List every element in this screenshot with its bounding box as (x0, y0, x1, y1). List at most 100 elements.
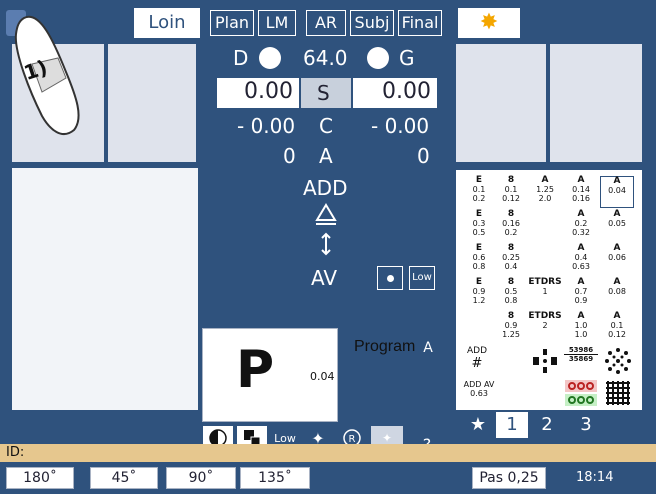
mode-plan-button[interactable]: Plan (210, 10, 254, 36)
axis-180-button[interactable]: 180˚ (6, 467, 74, 489)
dot-circle-icon[interactable] (602, 346, 634, 376)
chart-cell-value: 1.2 (472, 296, 486, 305)
program-value-button[interactable]: A (416, 336, 440, 360)
mode-subj-button[interactable]: Subj (350, 10, 394, 36)
axis-45-button[interactable]: 45˚ (90, 467, 158, 489)
step-button[interactable]: Pas 0,25 (472, 467, 546, 489)
tab-3[interactable]: 3 (566, 412, 606, 438)
right-panel-top-2[interactable] (550, 44, 642, 162)
chart-cell[interactable]: A 0.1 0.12 (600, 312, 634, 344)
cross-test-icon[interactable] (530, 346, 560, 376)
chart-cell[interactable]: 8 0.5 0.8 (494, 278, 528, 310)
chart-cell[interactable]: E 0.6 0.8 (462, 244, 496, 276)
mode-ar-button[interactable]: AR (306, 10, 346, 36)
acuity-label[interactable]: AV (311, 266, 337, 290)
chart-cell-value: 0.08 (608, 287, 626, 296)
chart-cell-title: E (475, 277, 483, 287)
chart-cell[interactable]: ETDRS 1 (528, 278, 562, 310)
chart-cell[interactable]: E 0.3 0.5 (462, 210, 496, 242)
color-rings-icon[interactable] (564, 378, 598, 408)
left-panel-top-2[interactable] (108, 44, 196, 162)
refraction-panel: D 64.0 G 0.00 S 0.00 - 0.00 C - 0.00 0 A… (201, 42, 451, 320)
cyl-label: C (319, 114, 333, 138)
left-panel-large[interactable] (12, 168, 198, 410)
chart-cell-title: A (541, 175, 549, 185)
tab-2[interactable]: 2 (530, 412, 564, 438)
chart-cell-value: 0.04 (608, 186, 626, 195)
tab-1[interactable]: 1 (496, 412, 528, 438)
chart-cell-title: 8 (507, 277, 515, 287)
chart-cell-value: 0.5 (504, 287, 518, 296)
chart-cell-title: A (613, 176, 621, 186)
add-chart-cell[interactable]: ADD # (462, 346, 492, 376)
dot-icon (386, 274, 394, 282)
chart-cell[interactable]: A 0.7 0.9 (564, 278, 598, 310)
stereo-chart-cell[interactable]: 53986 35869 (564, 346, 598, 374)
chart-cell[interactable]: A 0.08 (600, 278, 634, 310)
chart-cell[interactable]: 8 0.9 1.25 (494, 312, 528, 344)
chart-cell-value: 0.4 (574, 253, 588, 262)
chart-cell-value: 0.4 (504, 262, 518, 271)
chart-cell-value: 0.25 (502, 253, 520, 262)
chart-cell[interactable]: A 0.04 (600, 176, 634, 208)
chart-cell-value: 0.1 (504, 185, 518, 194)
axis-left-value[interactable]: 0 (417, 144, 430, 168)
bulb-low-icon: ✦ (381, 431, 393, 445)
axis-label: A (319, 144, 333, 168)
stereo-bottom-value: 35869 (568, 355, 594, 363)
chart-cell[interactable]: A 0.06 (600, 244, 634, 276)
chart-cell[interactable]: A 0.05 (600, 210, 634, 242)
chart-cell[interactable]: A 0.2 0.32 (564, 210, 598, 242)
id-label: ID: (6, 445, 25, 460)
chart-cell-value: 0.9 (574, 296, 588, 305)
add-av-label: ADD AV (463, 380, 495, 389)
add-av-chart-cell[interactable]: ADD AV 0.63 (462, 380, 496, 406)
chart-cell-value: 2.0 (538, 194, 552, 203)
distance-button[interactable]: Loin (134, 8, 200, 38)
grid-chart-icon[interactable] (602, 378, 634, 408)
cyl-left-value[interactable]: - 0.00 (371, 114, 429, 138)
chart-cell[interactable]: A 0.14 0.16 (564, 176, 598, 208)
chart-cell[interactable]: E 0.1 0.2 (462, 176, 496, 208)
right-eye-indicator[interactable] (259, 47, 281, 69)
chart-cell[interactable]: A 1.0 1.0 (564, 312, 598, 344)
chart-cell[interactable]: E 0.9 1.2 (462, 278, 496, 310)
left-eye-indicator[interactable] (367, 47, 389, 69)
chart-cell-value: 0.9 (504, 321, 518, 330)
chart-cell-title: 8 (507, 243, 515, 253)
chart-cell[interactable]: A 0.4 0.63 (564, 244, 598, 276)
axis-135-button[interactable]: 135˚ (240, 467, 310, 489)
axis-right-value[interactable]: 0 (283, 144, 296, 168)
mode-final-button[interactable]: Final (398, 10, 442, 36)
grid-icon: # (471, 356, 483, 371)
tab-favorites[interactable]: ★ (458, 412, 498, 438)
chart-cell[interactable]: 8 0.16 0.2 (494, 210, 528, 242)
chart-cell-value: 0.63 (572, 262, 590, 271)
vertical-arrow-icon[interactable] (317, 232, 335, 256)
chart-cell[interactable]: A 1.25 2.0 (528, 176, 562, 208)
chart-cell-value: 0.3 (472, 219, 486, 228)
chart-cell-value: 2 (542, 321, 548, 330)
low-toggle-button[interactable]: Low (409, 266, 435, 290)
chart-cell[interactable]: ETDRS 2 (528, 312, 562, 344)
sphere-right-field[interactable]: 0.00 (217, 78, 299, 108)
dot-toggle-button[interactable] (377, 266, 403, 290)
chart-cell-value: 0.32 (572, 228, 590, 237)
chart-cell-value: 1 (542, 287, 548, 296)
chart-cell-value: 0.8 (504, 296, 518, 305)
status-bar: ID: (0, 444, 656, 462)
chart-cell-value: 0.05 (608, 219, 626, 228)
chart-cell[interactable]: 8 0.1 0.12 (494, 176, 528, 208)
add-label[interactable]: ADD (303, 176, 347, 200)
chart-cell-title: E (475, 175, 483, 185)
chart-cell[interactable]: 8 0.25 0.4 (494, 244, 528, 276)
sphere-left-field[interactable]: 0.00 (353, 78, 437, 108)
right-panel-top-1[interactable] (456, 44, 546, 162)
axis-90-button[interactable]: 90˚ (166, 467, 236, 489)
mode-lm-button[interactable]: LM (258, 10, 296, 36)
illumination-button[interactable]: ✸ (458, 8, 520, 38)
prism-icon[interactable] (313, 202, 339, 226)
cyl-right-value[interactable]: - 0.00 (237, 114, 295, 138)
pd-value: 64.0 (303, 46, 348, 70)
chart-cell-value: 0.8 (472, 262, 486, 271)
